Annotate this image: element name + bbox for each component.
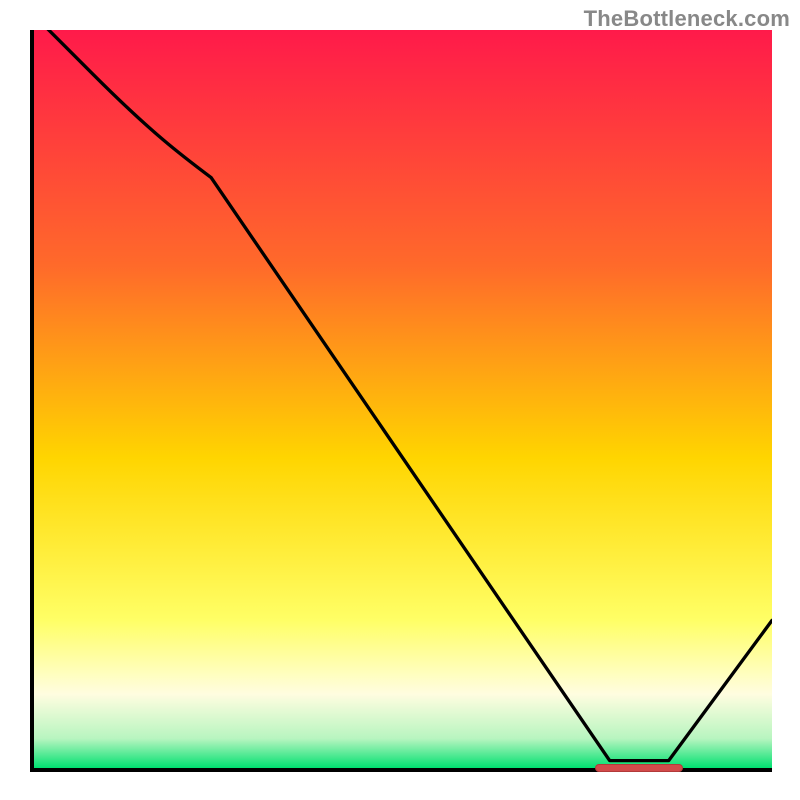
gradient-background [34, 30, 772, 768]
chart-svg [34, 30, 772, 768]
chart-container: TheBottleneck.com [0, 0, 800, 800]
plot-area [30, 30, 772, 772]
optimal-range-marker [595, 764, 684, 772]
watermark-text: TheBottleneck.com [584, 6, 790, 32]
